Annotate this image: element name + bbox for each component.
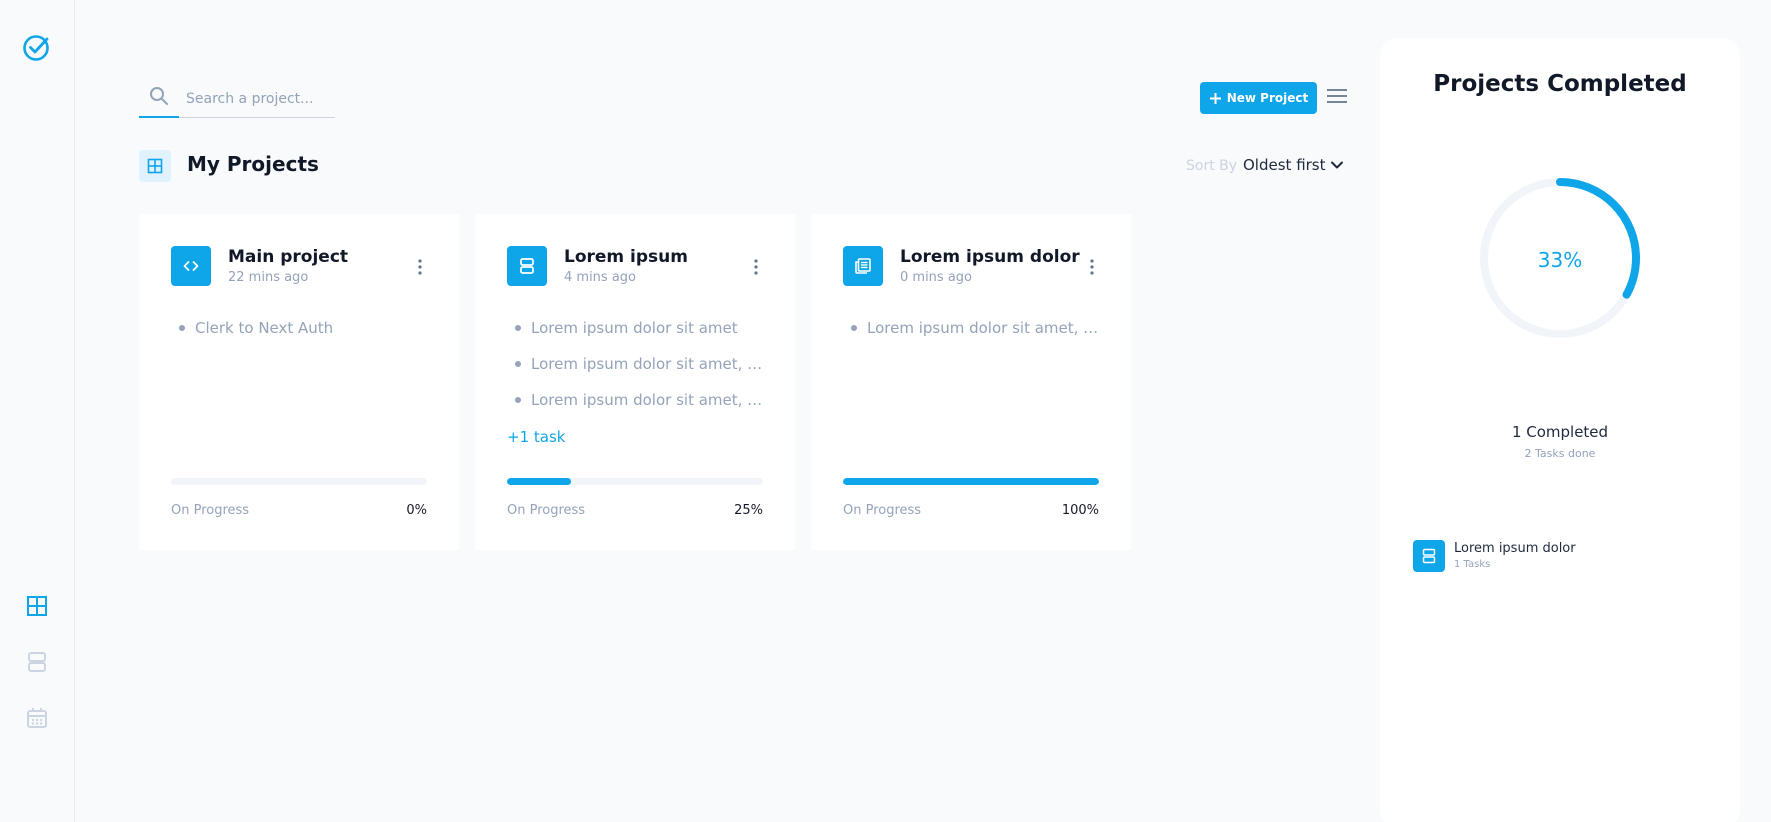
task-label: Lorem ipsum dolor sit amet, co...	[531, 391, 765, 409]
project-title: Lorem ipsum	[564, 247, 688, 267]
projects-completed-panel: Projects Completed 33% 1 Completed 2 Tas…	[1380, 38, 1740, 822]
project-time: 0 mins ago	[900, 270, 972, 285]
sort-select[interactable]: Oldest first	[1243, 156, 1326, 174]
task-item: Lorem ipsum dolor sit amet, co...	[515, 355, 765, 373]
search-input[interactable]	[186, 86, 331, 112]
grid-icon[interactable]	[26, 595, 48, 617]
progress-bar	[171, 478, 427, 485]
more-options-icon[interactable]	[1089, 258, 1095, 276]
more-tasks-link[interactable]: +1 task	[507, 428, 565, 446]
chevron-down-icon[interactable]	[1330, 158, 1344, 172]
progress-bar	[843, 478, 1099, 485]
panel-title: Projects Completed	[1433, 71, 1687, 97]
task-item: Lorem ipsum dolor sit amet	[515, 319, 765, 337]
new-project-label: New Project	[1226, 91, 1309, 105]
task-item: Lorem ipsum dolor sit amet, co...	[515, 391, 765, 409]
completion-percent: 33%	[1537, 248, 1583, 272]
more-options-icon[interactable]	[417, 258, 423, 276]
search-focus-underline	[139, 116, 179, 118]
progress-fill	[843, 478, 1099, 485]
progress-label: On Progress	[171, 503, 250, 518]
task-label: Lorem ipsum dolor sit amet, co...	[531, 355, 765, 373]
logo-check-icon[interactable]	[21, 33, 51, 63]
project-time: 22 mins ago	[228, 270, 309, 285]
sort-label: Sort By	[1186, 158, 1238, 174]
bullet-icon	[515, 324, 521, 331]
rows-icon	[507, 246, 547, 286]
progress-percent: 25%	[734, 503, 763, 518]
rows-icon[interactable]	[26, 651, 48, 673]
bullet-icon	[851, 324, 857, 331]
search-icon	[149, 86, 169, 110]
new-project-button[interactable]: New Project	[1200, 82, 1317, 114]
project-card[interactable]: Main project 22 mins ago Clerk to Next A…	[139, 214, 459, 550]
bullet-icon	[179, 324, 185, 331]
page-title: My Projects	[187, 152, 319, 176]
more-options-icon[interactable]	[753, 258, 759, 276]
code-icon	[171, 246, 211, 286]
project-card[interactable]: Lorem ipsum dolor 0 mins ago Lorem ipsum…	[811, 214, 1131, 550]
completed-count: 1 Completed	[1511, 423, 1609, 441]
progress-fill	[507, 478, 571, 485]
completed-project-title[interactable]: Lorem ipsum dolor	[1454, 541, 1576, 556]
project-title: Lorem ipsum dolor	[900, 247, 1080, 267]
bullet-icon	[515, 360, 521, 367]
progress-percent: 100%	[1061, 503, 1099, 518]
menu-icon[interactable]	[1327, 88, 1347, 104]
tasks-done: 2 Tasks done	[1524, 447, 1596, 460]
task-item: Clerk to Next Auth	[179, 319, 429, 337]
progress-label: On Progress	[843, 503, 922, 518]
progress-label: On Progress	[507, 503, 586, 518]
newspaper-icon	[843, 246, 883, 286]
bullet-icon	[515, 396, 521, 403]
task-label: Clerk to Next Auth	[195, 319, 334, 337]
progress-bar	[507, 478, 763, 485]
grid-icon	[139, 150, 171, 182]
completed-project-tasks: 1 Tasks	[1454, 559, 1491, 570]
project-title: Main project	[228, 247, 349, 267]
task-label: Lorem ipsum dolor sit amet, con	[867, 319, 1101, 337]
task-item: Lorem ipsum dolor sit amet, con	[851, 319, 1101, 337]
task-label: Lorem ipsum dolor sit amet	[531, 319, 738, 337]
search-bar	[139, 82, 335, 118]
sidebar	[0, 0, 75, 822]
rows-icon	[1413, 540, 1445, 572]
progress-percent: 0%	[406, 503, 427, 518]
project-card[interactable]: Lorem ipsum 4 mins ago Lorem ipsum dolor…	[475, 214, 795, 550]
project-time: 4 mins ago	[564, 270, 636, 285]
plus-icon	[1209, 92, 1222, 105]
calendar-icon[interactable]	[26, 707, 48, 729]
